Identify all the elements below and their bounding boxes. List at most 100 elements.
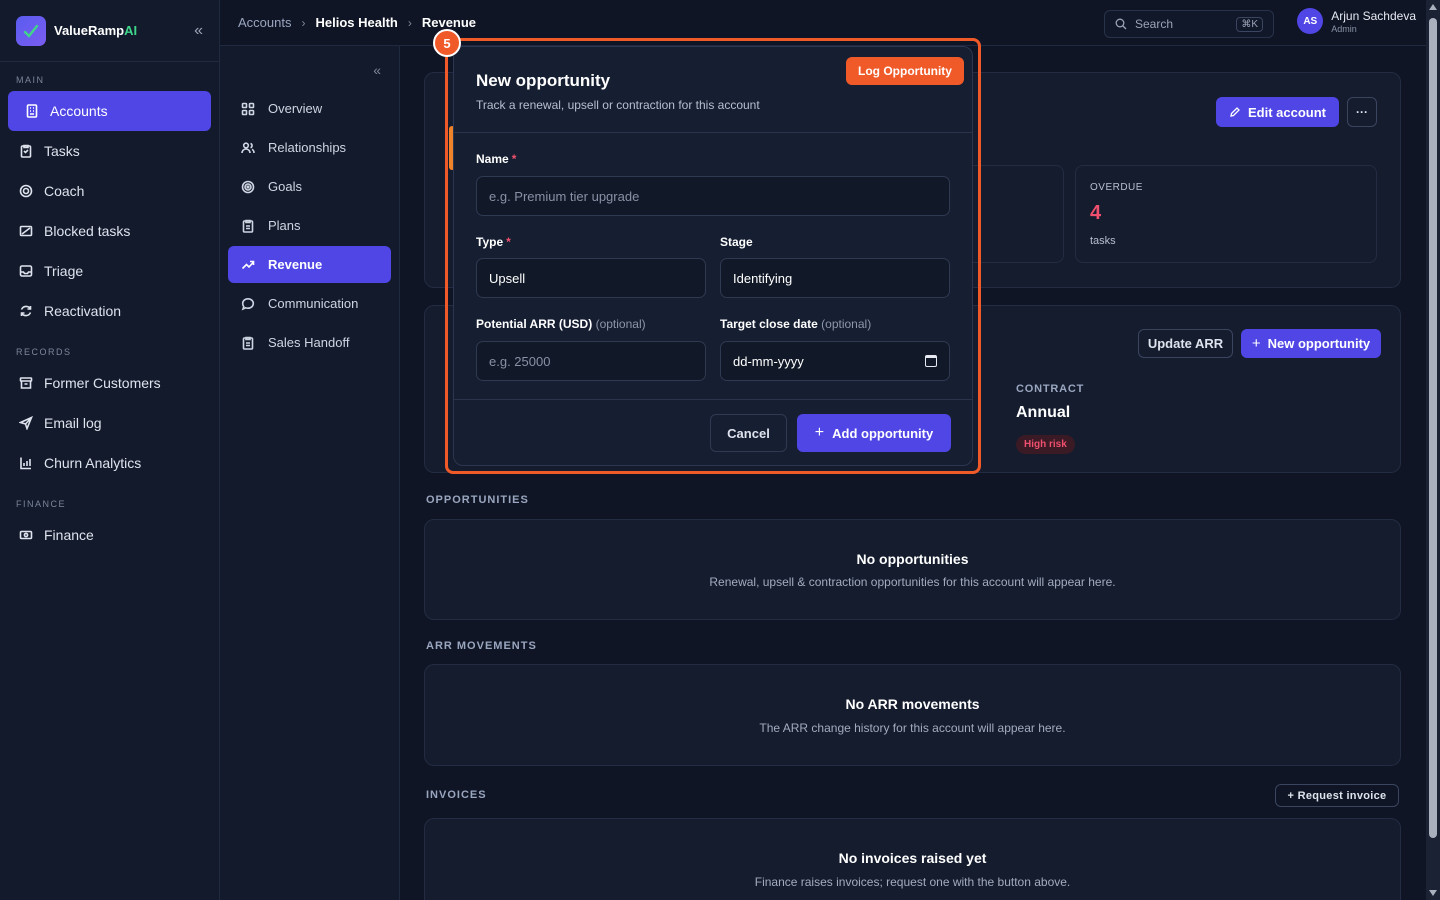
users-icon <box>240 140 256 156</box>
calendar-icon[interactable] <box>925 355 937 367</box>
arr-movements-title: ARR MOVEMENTS <box>426 640 537 652</box>
type-select[interactable]: Upsell <box>476 258 706 298</box>
new-opportunity-button[interactable]: + New opportunity <box>1241 329 1381 358</box>
sidebar-item-email-log[interactable]: Email log <box>8 403 211 443</box>
name-field[interactable]: e.g. Premium tier upgrade <box>476 176 950 216</box>
new-opportunity-label: New opportunity <box>1267 336 1371 351</box>
request-invoice-button[interactable]: + Request invoice <box>1275 784 1399 807</box>
refresh-icon <box>18 303 34 319</box>
chevron-right-icon: › <box>407 15 412 30</box>
search-input[interactable]: Search ⌘K <box>1104 10 1274 38</box>
subnav-item-revenue[interactable]: Revenue <box>228 246 391 283</box>
topbar: Accounts › Helios Health › Revenue Searc… <box>220 0 1426 46</box>
arr-movements-empty-title: No ARR movements <box>845 696 980 712</box>
overdue-value: 4 <box>1090 202 1102 224</box>
sidebar-item-triage[interactable]: Triage <box>8 251 211 291</box>
modal-subtitle: Track a renewal, upsell or contraction f… <box>476 98 760 112</box>
sidebar-item-finance[interactable]: Finance <box>8 515 211 555</box>
name-label: Name * <box>476 152 517 166</box>
cash-icon <box>18 527 34 543</box>
subnav-item-goals[interactable]: Goals <box>228 168 391 205</box>
sidebar-item-coach[interactable]: Coach <box>8 171 211 211</box>
stage-value: Identifying <box>733 270 793 286</box>
user-name: Arjun Sachdeva <box>1331 8 1416 23</box>
scroll-down-icon[interactable] <box>1429 890 1437 896</box>
arr-movements-empty-sub: The ARR change history for this account … <box>759 721 1066 735</box>
subnav-item-label: Overview <box>268 101 323 116</box>
date-placeholder: dd-mm-yyyy <box>733 353 804 369</box>
clipboard-icon <box>240 335 256 351</box>
update-arr-button[interactable]: Update ARR <box>1138 329 1233 358</box>
subnav-item-relationships[interactable]: Relationships <box>228 129 391 166</box>
inbox-icon <box>18 263 34 279</box>
brand-name: ValueRampAI <box>54 23 138 38</box>
archive-icon <box>18 375 34 391</box>
subnav-item-sales-handoff[interactable]: Sales Handoff <box>228 324 391 361</box>
plus-icon: + <box>814 424 825 441</box>
add-opportunity-button[interactable]: + Add opportunity <box>797 414 951 452</box>
scrollbar-thumb[interactable] <box>1429 18 1437 838</box>
user-role: Admin <box>1331 23 1357 34</box>
target-close-date-field[interactable]: dd-mm-yyyy <box>720 341 950 381</box>
sidebar-item-label: Finance <box>44 527 94 543</box>
trend-up-icon <box>240 257 256 273</box>
opportunities-empty-card: No opportunities Renewal, upsell & contr… <box>424 519 1401 620</box>
blocked-icon <box>18 223 34 239</box>
chart-icon <box>18 455 34 471</box>
subnav-item-overview[interactable]: Overview <box>228 90 391 127</box>
modal-title: New opportunity <box>476 71 611 90</box>
breadcrumb-current: Revenue <box>421 15 477 30</box>
cancel-button[interactable]: Cancel <box>710 414 787 452</box>
subnav-item-plans[interactable]: Plans <box>228 207 391 244</box>
user-menu[interactable]: AS Arjun Sachdeva Admin <box>1297 8 1416 34</box>
sidebar-item-former-customers[interactable]: Former Customers <box>8 363 211 403</box>
collapse-subnav-icon[interactable]: « <box>373 62 381 78</box>
search-icon <box>1115 18 1127 30</box>
sidebar-item-label: Blocked tasks <box>44 223 131 239</box>
stage-label: Stage <box>720 235 753 249</box>
target-icon <box>240 179 256 195</box>
sidebar-item-blocked-tasks[interactable]: Blocked tasks <box>8 211 211 251</box>
scroll-up-icon[interactable] <box>1429 4 1437 10</box>
search-shortcut: ⌘K <box>1236 16 1263 32</box>
update-arr-label: Update ARR <box>1147 336 1224 351</box>
sidebar-item-tasks[interactable]: Tasks <box>8 131 211 171</box>
potential-arr-field[interactable]: e.g. 25000 <box>476 341 706 381</box>
sidebar-item-accounts[interactable]: Accounts <box>8 91 211 131</box>
sidebar-item-reactivation[interactable]: Reactivation <box>8 291 211 331</box>
modal-footer-divider <box>454 399 972 400</box>
stage-select[interactable]: Identifying <box>720 258 950 298</box>
more-options-button[interactable]: ··· <box>1347 97 1377 127</box>
collapse-sidebar-icon[interactable]: « <box>194 22 203 40</box>
step-badge: 5 <box>433 29 461 57</box>
scrollbar[interactable] <box>1426 0 1440 900</box>
subnav-item-label: Revenue <box>268 257 323 272</box>
date-label: Target close date (optional) <box>720 317 872 331</box>
subnav-item-label: Sales Handoff <box>268 335 350 350</box>
add-opportunity-label: Add opportunity <box>832 425 934 441</box>
arr-movements-empty-card: No ARR movements The ARR change history … <box>424 664 1401 766</box>
new-opportunity-modal: New opportunity Track a renewal, upsell … <box>453 46 973 466</box>
pencil-icon <box>1230 107 1240 117</box>
section-label-finance: FINANCE <box>16 499 67 509</box>
type-value: Upsell <box>489 270 526 286</box>
sidebar-item-label: Reactivation <box>44 303 122 319</box>
edit-account-button[interactable]: Edit account <box>1216 97 1339 127</box>
subnav-item-communication[interactable]: Communication <box>228 285 391 322</box>
sidebar-item-label: Churn Analytics <box>44 455 142 471</box>
sidebar-item-label: Email log <box>44 415 102 431</box>
contract-value: Annual <box>1016 404 1071 421</box>
avatar: AS <box>1297 8 1324 34</box>
opportunities-empty-title: No opportunities <box>856 551 969 567</box>
sidebar-item-churn-analytics[interactable]: Churn Analytics <box>8 443 211 483</box>
sidebar-item-label: Tasks <box>44 143 80 159</box>
breadcrumb-account[interactable]: Helios Health <box>315 15 397 30</box>
breadcrumb: Accounts › Helios Health › Revenue <box>238 15 476 30</box>
chevron-right-icon: › <box>301 15 306 30</box>
clipboard-icon <box>18 143 34 159</box>
opportunities-empty-sub: Renewal, upsell & contraction opportunit… <box>709 575 1116 589</box>
subnav-item-label: Goals <box>268 179 302 194</box>
modal-divider <box>454 132 972 133</box>
breadcrumb-accounts[interactable]: Accounts <box>238 15 291 30</box>
arr-placeholder: e.g. 25000 <box>489 353 551 369</box>
